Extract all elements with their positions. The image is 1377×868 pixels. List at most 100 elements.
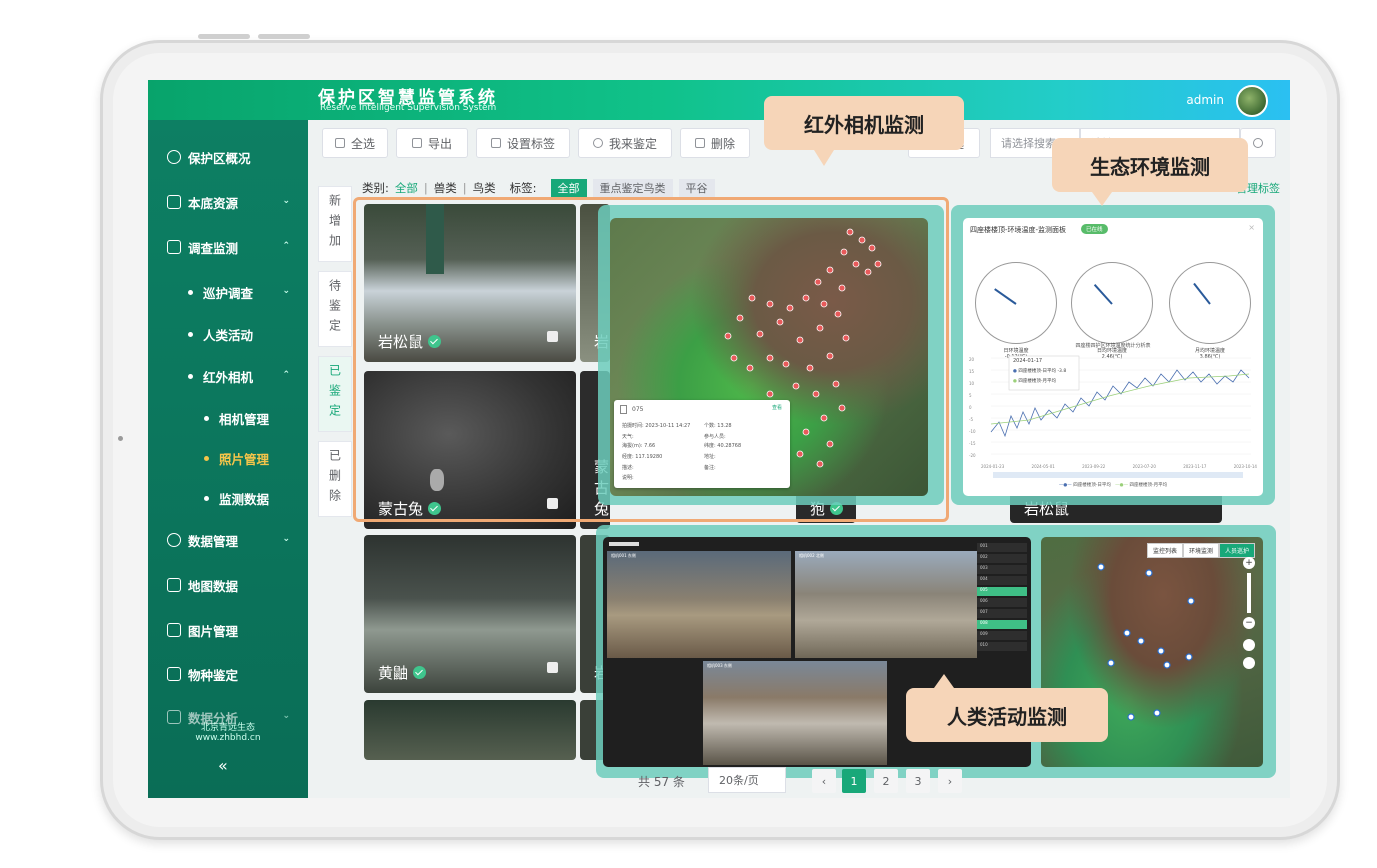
edit-icon bbox=[490, 138, 501, 148]
camera-list-item[interactable]: 004 bbox=[977, 576, 1027, 585]
bullet-icon bbox=[204, 415, 209, 421]
delete-button[interactable]: 删除 bbox=[680, 128, 750, 158]
filter-beasts[interactable]: 兽类 bbox=[434, 180, 457, 196]
sidebar-item-survey[interactable]: 调查监测 ⌃ bbox=[148, 232, 308, 262]
camera-list-item[interactable]: 007 bbox=[977, 609, 1027, 618]
camera-tile-sub: 东侧 bbox=[723, 663, 732, 668]
avatar[interactable] bbox=[1236, 85, 1268, 117]
trash-icon bbox=[694, 138, 705, 148]
photo-card[interactable] bbox=[364, 700, 576, 760]
x-tick: 2023-11-17 bbox=[1183, 464, 1207, 469]
filter-all[interactable]: 全部 bbox=[395, 180, 418, 196]
bullet-icon bbox=[204, 455, 209, 461]
sidebar-item-map-data[interactable]: 地图数据 bbox=[148, 570, 308, 600]
sidebar-item-patrol[interactable]: 巡护调查 ⌄ bbox=[148, 277, 308, 307]
callout-tail bbox=[814, 150, 834, 166]
username[interactable]: admin bbox=[1186, 93, 1224, 107]
sidebar-item-label: 图片管理 bbox=[188, 623, 239, 639]
identify-button[interactable]: 我来鉴定 bbox=[578, 128, 672, 158]
gauge-monthly-avg bbox=[1169, 262, 1251, 344]
cloud-icon bbox=[411, 138, 422, 148]
sidebar-item-human-activity[interactable]: 人类活动 bbox=[148, 319, 308, 349]
monitor-icon bbox=[167, 240, 181, 254]
set-tag-button[interactable]: 设置标签 bbox=[476, 128, 570, 158]
x-tick: 2023-10-14 bbox=[1233, 464, 1257, 469]
delete-label: 删除 bbox=[710, 136, 735, 151]
y-axis-ticks: 20 15 10 5 0 -5 -10 -15 -20 bbox=[969, 354, 989, 462]
sidebar-item-overview[interactable]: 保护区概况 bbox=[148, 142, 308, 172]
identify-label: 我来鉴定 bbox=[608, 136, 657, 151]
camera-feed-tile[interactable]: 相机002 北侧 bbox=[795, 551, 977, 658]
sidebar-item-label: 调查监测 bbox=[188, 240, 239, 256]
tag-pinggu[interactable]: 平谷 bbox=[678, 179, 715, 197]
camera-list-item[interactable]: 003 bbox=[977, 565, 1027, 574]
image-icon bbox=[167, 623, 181, 637]
page-button[interactable]: 3 bbox=[906, 769, 930, 793]
popup-field: 个数: 13.28 bbox=[704, 423, 732, 429]
popup-field: 参与人员: bbox=[704, 434, 726, 440]
y-tick: 0 bbox=[969, 405, 972, 410]
photo-checkbox[interactable] bbox=[547, 662, 558, 673]
env-monitor-panel: 四座楼楼顶-环境温度-监测面板 已在线 × 日环境温度 -0.12(℃) 日均环… bbox=[963, 218, 1263, 496]
sidebar-item-resources[interactable]: 本底资源 ⌄ bbox=[148, 187, 308, 217]
y-tick: -20 bbox=[969, 453, 976, 458]
chart-zoom-slider[interactable] bbox=[993, 472, 1243, 478]
popup-field: 描述: bbox=[622, 465, 634, 471]
tab-deleted[interactable]: 已删除 bbox=[318, 441, 352, 517]
camera-list-item[interactable]: 010 bbox=[977, 642, 1027, 651]
close-icon[interactable]: × bbox=[1248, 223, 1255, 232]
gauge-daily bbox=[975, 262, 1057, 344]
sidebar-item-monitor-data[interactable]: 监测数据 bbox=[148, 483, 308, 513]
sidebar-item-label: 人类活动 bbox=[203, 327, 254, 343]
export-button[interactable]: 导出 bbox=[396, 128, 468, 158]
camera-list-item[interactable]: 006 bbox=[977, 598, 1027, 607]
tab-pending[interactable]: 待鉴定 bbox=[318, 271, 352, 347]
tab-new[interactable]: 新增加 bbox=[318, 186, 352, 262]
popup-view-button[interactable]: 查看 bbox=[772, 404, 782, 411]
filter-birds[interactable]: 鸟类 bbox=[473, 180, 496, 196]
sidebar-item-species-id[interactable]: 物种鉴定 bbox=[148, 659, 308, 689]
camera-feed-tile[interactable]: 相机003 东侧 bbox=[703, 661, 887, 765]
select-all-button[interactable]: 全选 bbox=[322, 128, 388, 158]
camera-list: 001 002 003 004 005 006 007 008 009 010 bbox=[977, 543, 1027, 663]
sidebar-item-label: 保护区概况 bbox=[188, 150, 251, 166]
callout-tail bbox=[934, 674, 954, 688]
sidebar-item-infrared-camera[interactable]: 红外相机 ⌃ bbox=[148, 361, 308, 391]
sidebar-item-image-manage[interactable]: 图片管理 bbox=[148, 615, 308, 645]
tag-all[interactable]: 全部 bbox=[550, 179, 587, 197]
camera-list-item[interactable]: 001 bbox=[977, 543, 1027, 552]
sidebar-item-label: 物种鉴定 bbox=[188, 667, 239, 683]
camera-toolbar bbox=[609, 542, 639, 546]
tab-identified[interactable]: 已鉴定 bbox=[318, 356, 352, 432]
camera-list-item[interactable]: 009 bbox=[977, 631, 1027, 640]
map-icon bbox=[167, 578, 181, 592]
callout-infrared: 红外相机监测 bbox=[764, 96, 964, 166]
sidebar-item-label: 相机管理 bbox=[219, 411, 270, 427]
database-icon bbox=[167, 533, 181, 547]
camera-list-item[interactable]: 005 bbox=[977, 587, 1027, 596]
tag-key-birds[interactable]: 重点鉴定鸟类 bbox=[592, 179, 673, 197]
page-button[interactable]: 1 bbox=[842, 769, 866, 793]
folder-icon bbox=[167, 195, 181, 209]
camera-feed-tile[interactable]: 相机001 东侧 bbox=[607, 551, 791, 658]
callout-human: 人类活动监测 bbox=[906, 674, 1108, 742]
popup-field: 海拔(m): 7.66 bbox=[622, 443, 656, 449]
sidebar-item-photo-manage[interactable]: 照片管理 bbox=[148, 443, 308, 473]
collapse-icon[interactable]: « bbox=[218, 756, 228, 775]
prev-page-button[interactable]: ‹ bbox=[812, 769, 836, 793]
sidebar: 保护区概况 本底资源 ⌄ 调查监测 ⌃ 巡护调查 ⌄ 人类活动 红外相机 ⌃ 相… bbox=[148, 120, 308, 798]
sidebar-item-data-manage[interactable]: 数据管理 ⌄ bbox=[148, 525, 308, 555]
sidebar-item-camera-manage[interactable]: 相机管理 bbox=[148, 403, 308, 433]
popup-field: 拍摄时间: 2023-10-11 14:27 bbox=[622, 423, 691, 429]
chart-legend: —●— 四座楼楼顶-日平均 —●— 四座楼楼顶-月平均 bbox=[1058, 483, 1168, 488]
page-button[interactable]: 2 bbox=[874, 769, 898, 793]
camera-list-item[interactable]: 008 bbox=[977, 620, 1027, 629]
checkbox-icon bbox=[334, 138, 345, 148]
next-page-button[interactable]: › bbox=[938, 769, 962, 793]
camera-list-item[interactable]: 002 bbox=[977, 554, 1027, 563]
page-size-select[interactable]: 20条/页 bbox=[708, 767, 786, 793]
y-tick: -5 bbox=[969, 417, 973, 422]
online-badge: 已在线 bbox=[1081, 224, 1108, 234]
dashboard-icon bbox=[167, 150, 181, 164]
photo-card[interactable]: 黄鼬 bbox=[364, 535, 576, 693]
